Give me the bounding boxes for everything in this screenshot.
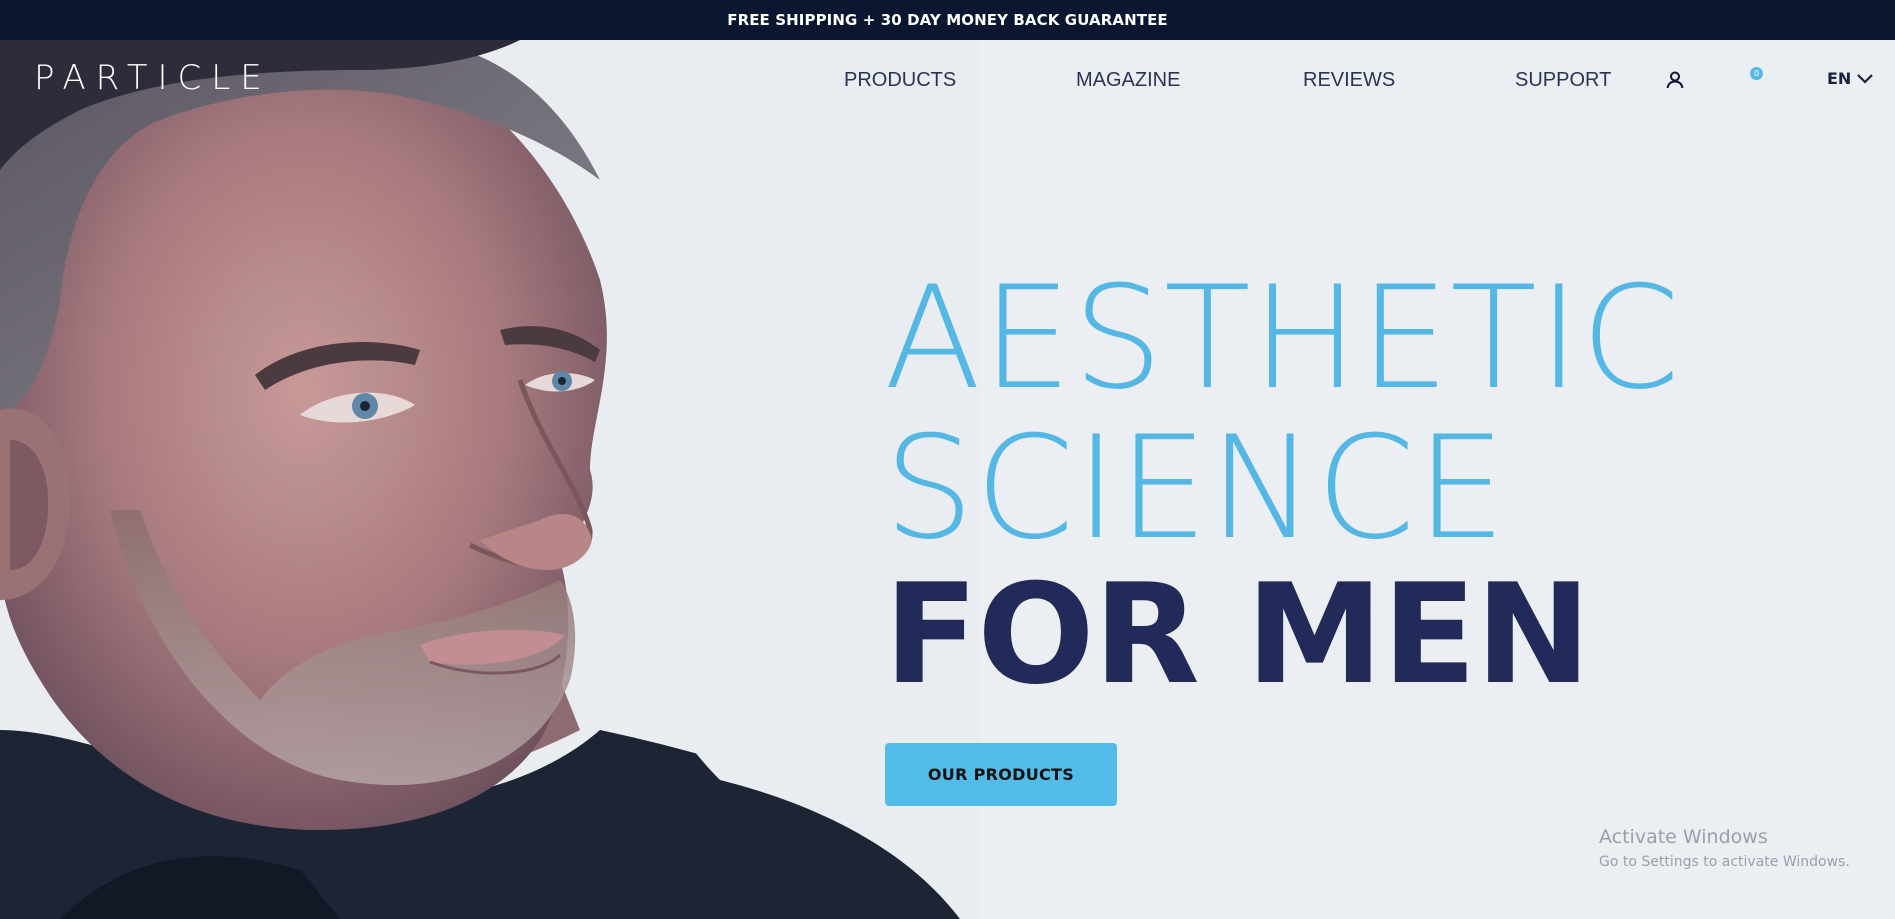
hero-headline-line-3: FOR MEN (884, 554, 1591, 715)
hero-headline-line-1: AESTHETIC (884, 256, 1682, 421)
nav-reviews[interactable]: REVIEWS (1303, 68, 1395, 92)
user-icon (1666, 71, 1684, 89)
hero-portrait-image (0, 40, 980, 919)
windows-activation-watermark: Activate Windows Go to Settings to activ… (1599, 826, 1850, 872)
language-selector[interactable]: EN (1827, 69, 1874, 88)
promo-bar: FREE SHIPPING + 30 DAY MONEY BACK GUARAN… (0, 0, 1895, 40)
our-products-button[interactable]: OUR PRODUCTS (885, 743, 1117, 806)
language-label: EN (1827, 69, 1852, 88)
nav-magazine[interactable]: MAGAZINE (1076, 68, 1180, 92)
cart-count-badge: 0 (1750, 67, 1763, 80)
account-button[interactable] (1665, 70, 1685, 95)
watermark-subtitle: Go to Settings to activate Windows. (1599, 854, 1850, 870)
nav-support[interactable]: SUPPORT (1515, 68, 1611, 92)
chevron-down-icon (1857, 73, 1874, 84)
promo-text: FREE SHIPPING + 30 DAY MONEY BACK GUARAN… (727, 11, 1168, 29)
hero-headline-line-2: SCIENCE (884, 406, 1507, 571)
nav-products[interactable]: PRODUCTS (844, 68, 956, 92)
watermark-title: Activate Windows (1599, 826, 1768, 848)
logo[interactable]: PARTICLE (34, 58, 272, 98)
